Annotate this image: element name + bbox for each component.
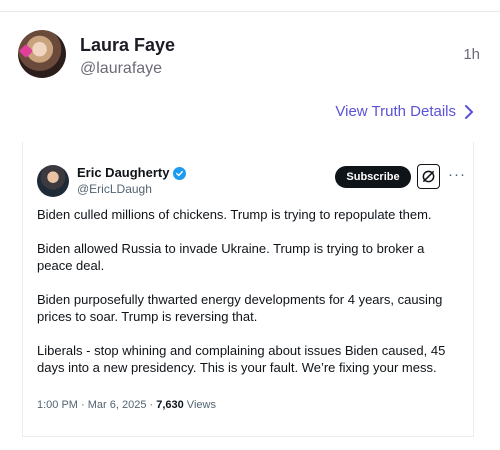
views-count: 7,630 — [156, 399, 184, 411]
post-datetime[interactable]: 1:00 PM · Mar 6, 2025 · — [37, 399, 156, 411]
grok-icon — [422, 170, 435, 183]
embedded-post-card[interactable]: Eric Daugherty @EricLDaugh Subscribe ···… — [22, 142, 474, 437]
embedded-author-handle[interactable]: @EricLDaugh — [77, 181, 186, 197]
view-truth-details-link[interactable]: View Truth Details — [335, 103, 474, 120]
post-paragraph: Biden culled millions of chickens. Trump… — [37, 207, 432, 222]
author-avatar[interactable] — [18, 30, 66, 78]
post-header: Laura Faye @laurafaye 1h — [18, 30, 488, 82]
embedded-author-name: Eric Daugherty — [77, 165, 170, 180]
verified-badge-icon — [173, 166, 187, 180]
post-paragraph: Liberals - stop whining and complaining … — [37, 343, 446, 375]
top-divider — [0, 11, 500, 12]
views-label: Views — [183, 399, 216, 411]
post-timestamp[interactable]: 1h — [463, 46, 480, 63]
subscribe-button[interactable]: Subscribe — [335, 166, 411, 188]
author-handle[interactable]: @laurafaye — [80, 58, 175, 80]
view-truth-details-label: View Truth Details — [335, 103, 456, 120]
author-name[interactable]: Laura Faye — [80, 34, 175, 56]
post-meta: 1:00 PM · Mar 6, 2025 · 7,630 Views — [37, 399, 216, 411]
embedded-author-info: Eric Daugherty @EricLDaugh — [77, 165, 187, 197]
author-info: Laura Faye @laurafaye — [80, 34, 175, 80]
post-paragraph: Biden purposefully thwarted energy devel… — [37, 292, 443, 324]
embedded-author-name-row[interactable]: Eric Daugherty — [77, 165, 187, 181]
embedded-author-avatar[interactable] — [37, 165, 69, 197]
grok-button[interactable] — [417, 164, 440, 189]
embedded-post-text: Biden culled millions of chickens. Trump… — [37, 206, 461, 393]
chevron-right-icon — [465, 104, 473, 119]
heart-decoration — [18, 43, 34, 59]
more-options-button[interactable]: ··· — [448, 167, 466, 182]
post-paragraph: Biden allowed Russia to invade Ukraine. … — [37, 241, 425, 273]
